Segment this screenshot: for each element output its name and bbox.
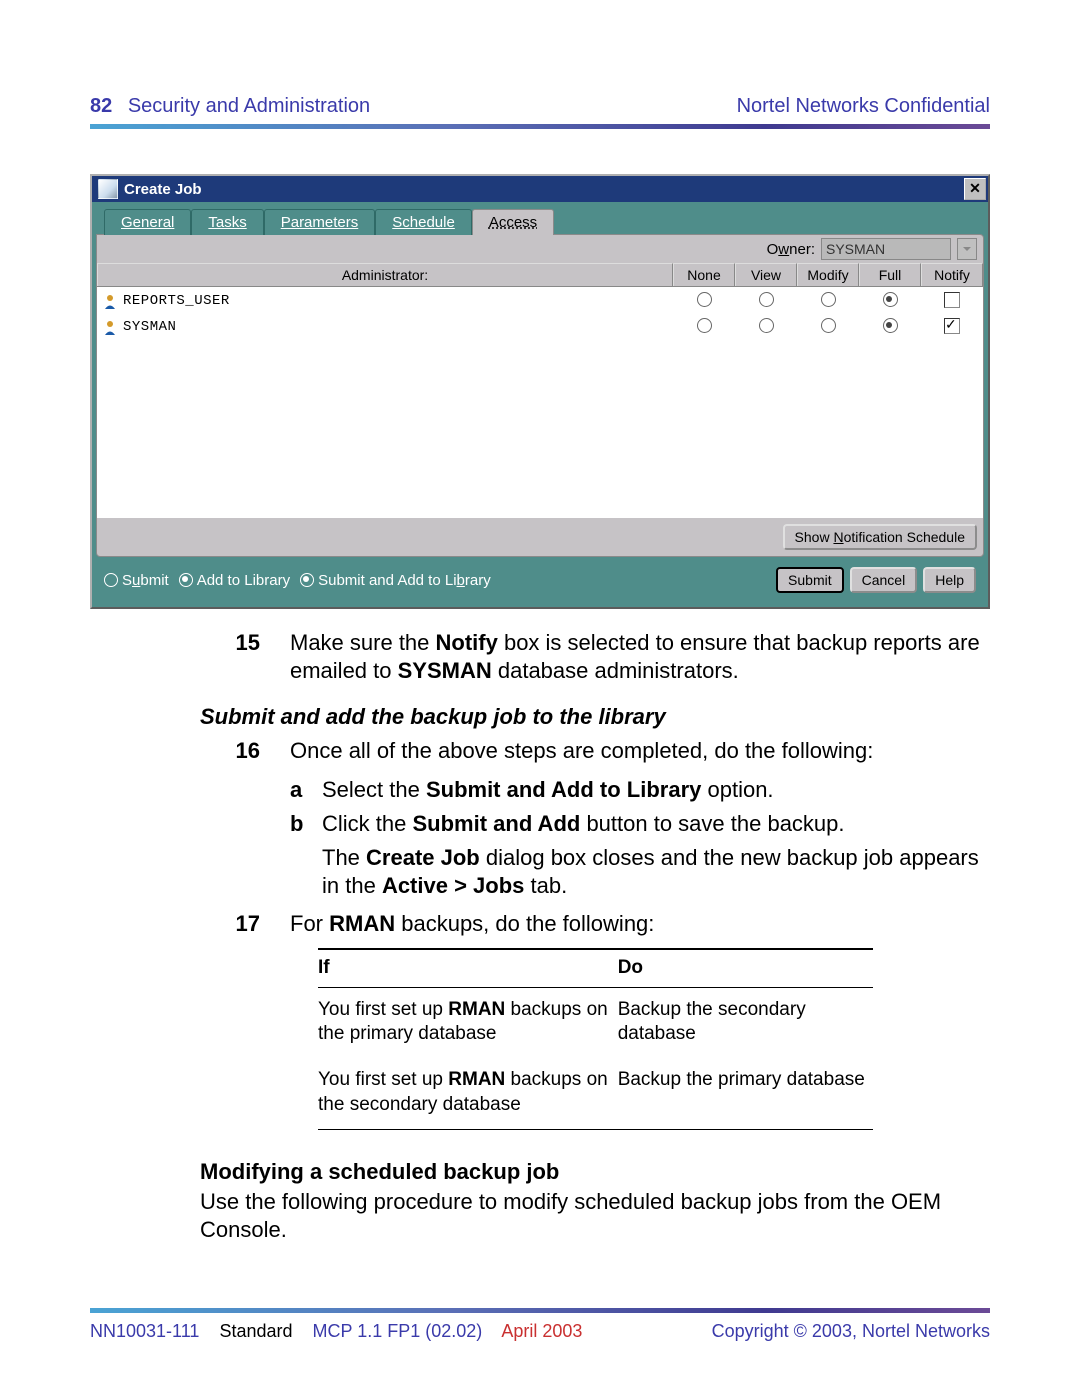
cell-do: Backup the secondary database <box>618 987 873 1058</box>
submit-button[interactable]: Submit <box>776 567 844 593</box>
col-none: None <box>673 263 735 286</box>
substep-text: Select the Submit and Add to Library opt… <box>322 776 990 804</box>
person-icon <box>103 293 117 309</box>
copyright: Copyright © 2003, Nortel Networks <box>712 1321 990 1342</box>
show-notification-schedule-button[interactable]: Show Notification Schedule <box>783 524 977 550</box>
radio-modify[interactable] <box>821 318 836 333</box>
step-number: 15 <box>90 629 290 685</box>
radio-submit-and-add[interactable]: Submit and Add to Library <box>300 572 491 589</box>
cell-do: Backup the primary database <box>618 1058 873 1129</box>
doc-date: April 2003 <box>501 1321 582 1341</box>
step-number: 16 <box>90 737 290 765</box>
radio-full[interactable] <box>883 292 898 307</box>
step-text: For RMAN backups, do the following: <box>290 910 990 938</box>
help-button[interactable]: Help <box>923 567 976 593</box>
create-job-window: Create Job ✕ General Tasks Parameters Sc… <box>90 174 990 609</box>
radio-add-to-library[interactable]: Add to Library <box>179 572 290 589</box>
cell-if: You first set up RMAN backups on the pri… <box>318 987 618 1058</box>
tab-bar: General Tasks Parameters Schedule Access <box>104 208 984 234</box>
radio-full[interactable] <box>883 318 898 333</box>
radio-view[interactable] <box>759 292 774 307</box>
col-view: View <box>735 263 797 286</box>
grid-body: REPORTS_USER SYSMAN <box>97 287 983 518</box>
section-heading: Modifying a scheduled backup job <box>200 1158 990 1186</box>
doc-code: NN10031-111 <box>90 1321 199 1341</box>
titlebar[interactable]: Create Job ✕ <box>92 176 988 202</box>
checkbox-notify[interactable] <box>944 318 960 334</box>
substep-letter: a <box>290 776 322 804</box>
document-body: 15 Make sure the Notify box is selected … <box>90 629 990 1244</box>
radio-none[interactable] <box>697 292 712 307</box>
step-text: Make sure the Notify box is selected to … <box>290 629 990 685</box>
sub-heading: Submit and add the backup job to the lib… <box>200 703 990 731</box>
page-header: 82 Security and Administration Nortel Ne… <box>90 95 990 118</box>
col-administrator: Administrator: <box>97 263 673 286</box>
bottom-bar: Submit Add to Library Submit and Add to … <box>96 557 984 603</box>
col-notify: Notify <box>921 263 983 286</box>
page-number: 82 <box>90 95 112 117</box>
col-do: Do <box>618 949 873 987</box>
radio-view[interactable] <box>759 318 774 333</box>
table-row: REPORTS_USER <box>97 288 983 314</box>
doc-standard: Standard <box>219 1321 292 1341</box>
cancel-button[interactable]: Cancel <box>850 567 918 593</box>
admin-name: SYSMAN <box>123 319 176 335</box>
admin-name: REPORTS_USER <box>123 293 230 309</box>
col-full: Full <box>859 263 921 286</box>
if-do-table: If Do You first set up RMAN backups on t… <box>318 948 873 1130</box>
tab-tasks[interactable]: Tasks <box>191 209 263 235</box>
owner-field[interactable]: SYSMAN <box>821 238 951 260</box>
checkbox-notify[interactable] <box>944 292 960 308</box>
doc-version: MCP 1.1 FP1 (02.02) <box>313 1321 483 1341</box>
step-number: 17 <box>90 910 290 938</box>
radio-none[interactable] <box>697 318 712 333</box>
col-if: If <box>318 949 618 987</box>
table-row: SYSMAN <box>97 314 983 340</box>
confidential-label: Nortel Networks Confidential <box>737 95 990 118</box>
step-text: Once all of the above steps are complete… <box>290 737 990 765</box>
header-rule <box>90 124 990 129</box>
substep-letter: b <box>290 810 322 838</box>
close-icon[interactable]: ✕ <box>964 178 986 200</box>
window-icon <box>98 179 118 199</box>
paragraph: The Create Job dialog box closes and the… <box>322 844 990 900</box>
page-footer: NN10031-111 Standard MCP 1.1 FP1 (02.02)… <box>90 1308 990 1342</box>
tab-schedule[interactable]: Schedule <box>375 209 472 235</box>
footer-rule <box>90 1308 990 1313</box>
section-title: Security and Administration <box>128 95 370 117</box>
col-modify: Modify <box>797 263 859 286</box>
tab-general[interactable]: General <box>104 209 191 235</box>
radio-submit[interactable]: Submit <box>104 572 169 589</box>
window-title: Create Job <box>124 181 964 198</box>
person-icon <box>103 319 117 335</box>
cell-if: You first set up RMAN backups on the sec… <box>318 1058 618 1129</box>
substep-text: Click the Submit and Add button to save … <box>322 810 990 838</box>
owner-label: Owner: <box>767 241 815 258</box>
radio-modify[interactable] <box>821 292 836 307</box>
access-panel: Owner: SYSMAN Administrator: None View M… <box>96 234 984 557</box>
paragraph: Use the following procedure to modify sc… <box>200 1188 990 1244</box>
tab-parameters[interactable]: Parameters <box>264 209 376 235</box>
owner-dropdown-icon[interactable] <box>957 238 977 260</box>
grid-header: Administrator: None View Modify Full Not… <box>97 263 983 287</box>
tab-access[interactable]: Access <box>472 209 554 235</box>
